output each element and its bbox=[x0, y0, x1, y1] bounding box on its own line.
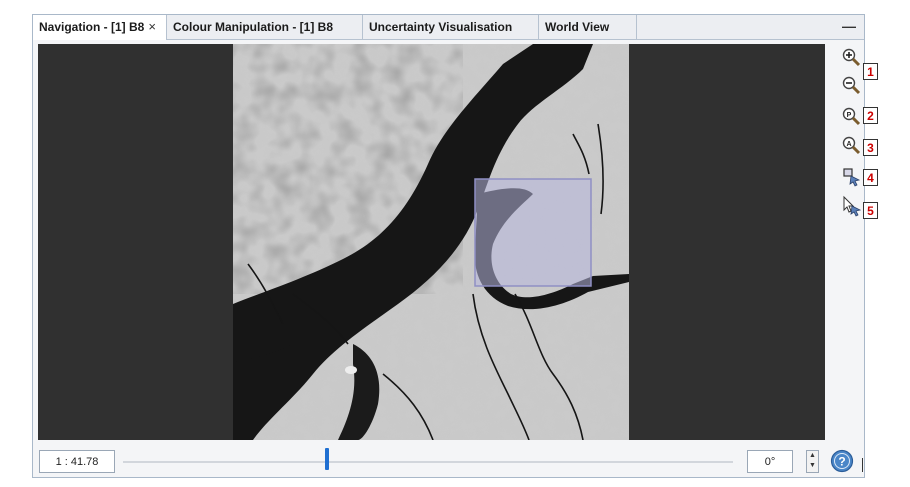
tab-bar: Navigation - [1] B8 × Colour Manipulation… bbox=[33, 15, 864, 40]
navigation-toolbar: P A bbox=[829, 44, 864, 440]
tab-world-view[interactable]: World View bbox=[539, 15, 637, 39]
rotation-angle-field[interactable]: 0° bbox=[747, 450, 793, 473]
sync-cursor-icon[interactable] bbox=[841, 195, 863, 217]
scale-field[interactable]: 1 : 41.78 bbox=[39, 450, 115, 473]
tab-uncertainty-visualisation[interactable]: Uncertainty Visualisation bbox=[363, 15, 539, 39]
tab-label: World View bbox=[545, 20, 610, 34]
zoom-pixel-icon[interactable]: P bbox=[841, 106, 863, 128]
zoom-slider-thumb[interactable] bbox=[325, 448, 329, 470]
svg-text:?: ? bbox=[838, 455, 845, 469]
zoom-in-icon[interactable] bbox=[841, 47, 863, 69]
tab-colour-manipulation[interactable]: Colour Manipulation - [1] B8 bbox=[167, 15, 363, 39]
tab-label: Uncertainty Visualisation bbox=[369, 20, 513, 34]
visible-area-overlay bbox=[474, 178, 592, 287]
text-cursor bbox=[862, 458, 863, 472]
callout-3: 3 bbox=[863, 139, 878, 156]
tab-label: Navigation - [1] B8 bbox=[39, 20, 145, 34]
spinner-down-icon[interactable]: ▼ bbox=[807, 461, 818, 471]
zoom-out-icon[interactable] bbox=[841, 75, 863, 97]
minimize-button[interactable]: — bbox=[842, 15, 856, 37]
svg-text:P: P bbox=[847, 112, 852, 119]
zoom-slider-track[interactable] bbox=[123, 461, 733, 463]
callout-2: 2 bbox=[863, 107, 878, 124]
tab-navigation[interactable]: Navigation - [1] B8 × bbox=[33, 15, 167, 40]
callout-5: 5 bbox=[863, 202, 878, 219]
help-icon[interactable]: ? bbox=[830, 449, 854, 473]
angle-spinner[interactable]: ▲ ▼ bbox=[806, 450, 819, 473]
zoom-all-icon[interactable]: A bbox=[841, 135, 863, 157]
svg-text:A: A bbox=[846, 141, 851, 148]
callout-1: 1 bbox=[863, 63, 878, 80]
callout-4: 4 bbox=[863, 169, 878, 186]
close-icon[interactable]: × bbox=[148, 19, 156, 34]
navigation-panel: Navigation - [1] B8 × Colour Manipulation… bbox=[32, 14, 865, 478]
image-viewport[interactable] bbox=[38, 44, 825, 440]
status-bar: 1 : 41.78 0° ▲ ▼ ? bbox=[33, 445, 864, 477]
sync-views-icon[interactable] bbox=[841, 166, 863, 188]
spinner-up-icon[interactable]: ▲ bbox=[807, 451, 818, 461]
tab-label: Colour Manipulation - [1] B8 bbox=[173, 20, 333, 34]
satellite-image bbox=[233, 44, 629, 440]
